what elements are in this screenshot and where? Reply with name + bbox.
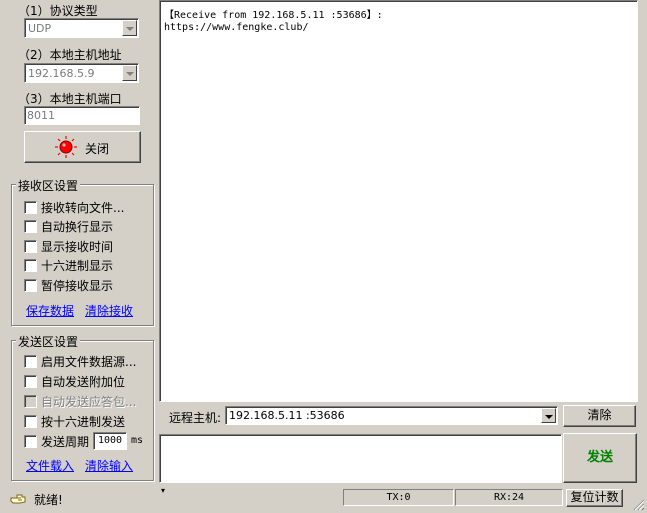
clear-receive-link[interactable]: 清除接收: [85, 302, 133, 319]
close-button-label: 关闭: [85, 142, 110, 156]
remote-host-select[interactable]: 192.168.5.11 :53686: [225, 406, 558, 425]
checkbox[interactable]: [24, 201, 37, 214]
recv-option-redirect-file[interactable]: 接收转向文件...: [24, 199, 124, 215]
send-option-file-source[interactable]: 启用文件数据源...: [24, 353, 136, 369]
protocol-value: UDP: [28, 22, 52, 35]
chevron-down-icon[interactable]: [541, 408, 556, 423]
hand-pointer-icon: [10, 494, 26, 504]
port-label: （3）本地主机端口: [18, 92, 122, 106]
clear-button[interactable]: 清除: [563, 405, 636, 427]
reset-count-button[interactable]: 复位计数: [566, 489, 623, 507]
send-option-auto-reply: 自动发送应答包...: [24, 393, 136, 409]
chevron-down-icon[interactable]: [122, 20, 137, 36]
send-button-label: 发送: [586, 450, 613, 465]
checkbox[interactable]: [24, 415, 37, 428]
checkbox[interactable]: [24, 355, 37, 368]
receive-line-content: https://www.fengke.club/: [164, 22, 309, 33]
resize-grip-icon[interactable]: [633, 499, 645, 511]
chevron-down-icon[interactable]: [122, 65, 137, 81]
send-period-value: 1000: [98, 435, 123, 446]
host-label: （2）本地主机地址: [18, 48, 122, 62]
load-file-link[interactable]: 文件载入: [26, 457, 74, 474]
checkbox[interactable]: [24, 435, 37, 448]
checkbox[interactable]: [24, 279, 37, 292]
remote-host-value: 192.168.5.11 :53686: [229, 409, 345, 422]
close-button[interactable]: 关闭: [24, 131, 141, 163]
checkbox[interactable]: [24, 375, 37, 388]
send-option-period[interactable]: 发送周期: [24, 433, 89, 449]
send-settings-title: 发送区设置: [16, 333, 81, 350]
send-button[interactable]: 发送: [563, 433, 637, 483]
recv-option-pause[interactable]: 暂停接收显示: [24, 277, 113, 293]
tx-counter: TX:0: [343, 489, 454, 506]
reset-count-label: 复位计数: [570, 490, 619, 504]
checkbox: [24, 395, 37, 408]
caret-down-icon: ▾: [161, 486, 166, 495]
checkbox[interactable]: [24, 220, 37, 233]
send-option-append-bits[interactable]: 自动发送附加位: [24, 373, 125, 389]
checkbox[interactable]: [24, 259, 37, 272]
protocol-select[interactable]: UDP: [24, 18, 139, 38]
clear-button-label: 清除: [587, 408, 612, 422]
send-period-input[interactable]: 1000: [93, 432, 127, 450]
send-textarea[interactable]: [159, 434, 562, 483]
host-select[interactable]: 192.168.5.9: [24, 63, 139, 83]
save-data-link[interactable]: 保存数据: [26, 302, 74, 319]
port-value: 8011: [27, 109, 55, 122]
receive-settings-title: 接收区设置: [16, 177, 81, 194]
recv-option-hex-display[interactable]: 十六进制显示: [24, 257, 113, 273]
recv-option-show-time[interactable]: 显示接收时间: [24, 238, 113, 254]
protocol-label: （1）协议类型: [18, 4, 98, 18]
checkbox[interactable]: [24, 240, 37, 253]
send-option-hex-send[interactable]: 按十六进制发送: [24, 413, 125, 429]
receive-textarea[interactable]: 【Receive from 192.168.5.11 :53686】: http…: [159, 0, 638, 402]
recv-option-auto-wrap[interactable]: 自动换行显示: [24, 218, 113, 234]
indicator-light-icon: [55, 136, 77, 158]
receive-line-header: 【Receive from 192.168.5.11 :53686】:: [164, 10, 383, 21]
host-value: 192.168.5.9: [28, 67, 95, 80]
port-input[interactable]: 8011: [24, 106, 140, 125]
clear-input-link[interactable]: 清除输入: [85, 457, 133, 474]
rx-counter: RX:24: [455, 489, 563, 506]
remote-host-label: 远程主机:: [169, 411, 222, 425]
status-text: 就绪!: [34, 493, 63, 507]
send-period-unit: ms: [131, 435, 144, 446]
